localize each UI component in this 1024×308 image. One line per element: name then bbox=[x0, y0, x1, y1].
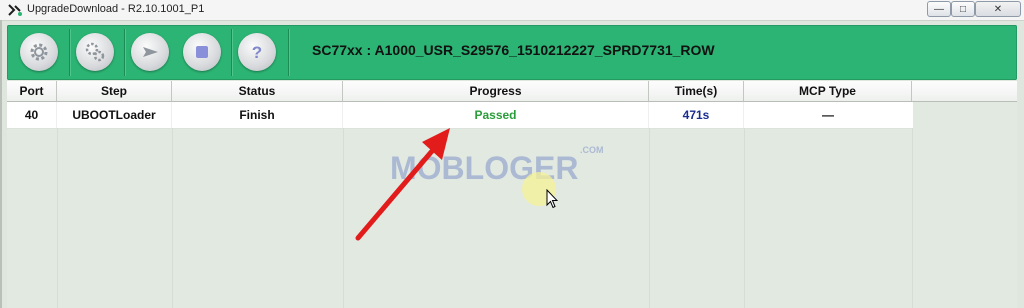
maximize-icon: □ bbox=[959, 3, 967, 15]
mouse-cursor-icon bbox=[546, 189, 558, 209]
toolbar: ? SC77xx : A1000_USR_S29576_1510212227_S… bbox=[7, 25, 1017, 80]
load-packet-button[interactable] bbox=[20, 33, 58, 71]
cell-time: 471s bbox=[649, 102, 744, 128]
upgrade-download-window: UpgradeDownload - R2.10.1001_P1 — □ ✕ ? … bbox=[0, 0, 1024, 308]
start-download-button[interactable] bbox=[131, 33, 169, 71]
column-gridline bbox=[172, 128, 173, 308]
table-header: Port Step Status Progress Time(s) MCP Ty… bbox=[7, 81, 1017, 102]
port-table: Port Step Status Progress Time(s) MCP Ty… bbox=[7, 81, 1017, 308]
toolbar-separator bbox=[124, 29, 125, 76]
column-header-mcp-type[interactable]: MCP Type bbox=[744, 81, 912, 101]
cell-mcp-type: — bbox=[822, 108, 834, 122]
play-icon bbox=[143, 47, 158, 57]
column-header-port[interactable]: Port bbox=[7, 81, 57, 101]
watermark-suffix: .COM bbox=[580, 145, 604, 155]
cell-step: UBOOTLoader bbox=[57, 102, 172, 128]
column-header-status[interactable]: Status bbox=[172, 81, 343, 101]
stop-download-button[interactable] bbox=[183, 33, 221, 71]
column-gridline bbox=[343, 128, 344, 308]
column-header-time[interactable]: Time(s) bbox=[649, 81, 744, 101]
toolbar-separator bbox=[231, 29, 232, 76]
minimize-icon: — bbox=[934, 3, 944, 15]
column-gridline bbox=[57, 128, 58, 308]
window-title: UpgradeDownload - R2.10.1001_P1 bbox=[27, 3, 205, 15]
settings-button[interactable] bbox=[76, 33, 114, 71]
column-gridline bbox=[744, 128, 745, 308]
table-row[interactable]: 40 UBOOTLoader Finish Passed 471s — bbox=[7, 102, 913, 129]
column-gridline bbox=[649, 128, 650, 308]
column-header-empty bbox=[912, 81, 1017, 101]
gears-icon bbox=[85, 42, 105, 62]
help-button[interactable]: ? bbox=[238, 33, 276, 71]
svg-text:?: ? bbox=[252, 43, 262, 62]
minimize-button[interactable]: — bbox=[927, 1, 951, 17]
cell-status: Finish bbox=[172, 102, 343, 128]
firmware-label: SC77xx : A1000_USR_S29576_1510212227_SPR… bbox=[312, 42, 715, 58]
column-header-progress[interactable]: Progress bbox=[343, 81, 649, 101]
annotation-arrow bbox=[355, 128, 450, 241]
gear-icon bbox=[30, 43, 48, 61]
close-button[interactable]: ✕ bbox=[975, 1, 1021, 17]
column-header-step[interactable]: Step bbox=[57, 81, 172, 101]
app-icon bbox=[8, 4, 22, 16]
window-left-edge bbox=[0, 20, 2, 308]
help-icon: ? bbox=[252, 43, 262, 62]
title-bar[interactable]: UpgradeDownload - R2.10.1001_P1 — □ ✕ bbox=[0, 0, 1024, 21]
close-icon: ✕ bbox=[993, 3, 1003, 15]
toolbar-separator bbox=[69, 29, 70, 76]
cell-port: 40 bbox=[7, 102, 57, 128]
column-gridline bbox=[912, 128, 913, 308]
toolbar-separator bbox=[288, 29, 289, 76]
maximize-button[interactable]: □ bbox=[951, 1, 975, 17]
stop-icon bbox=[196, 46, 208, 58]
